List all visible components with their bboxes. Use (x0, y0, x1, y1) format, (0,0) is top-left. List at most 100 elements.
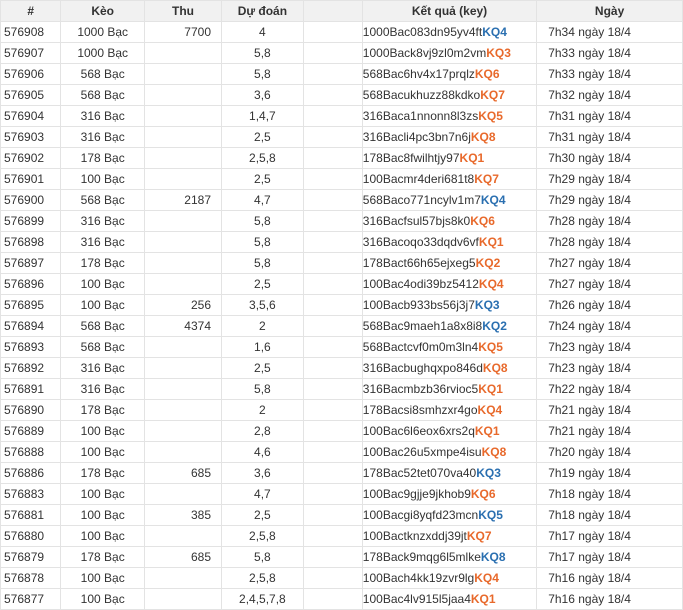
result-kq-badge: KQ5 (478, 340, 503, 354)
row-id: 576878 (0, 567, 62, 589)
result-key-text: 178Bacsi8smhzxr4go (362, 403, 478, 417)
row-date: 7h27 ngày 18/4 (536, 273, 683, 295)
row-result-key: 178Back9mqg6l5mlkeKQ8 (361, 546, 538, 568)
table-row: 576907 1000 Bạc 5,8 1000Back8vj9zl0m2vmKQ3 7… (0, 42, 683, 64)
result-key-text: 568Bacukhuzz88kdko (362, 88, 481, 102)
row-thu: 256 (144, 294, 222, 316)
row-thu (144, 273, 222, 295)
result-kq-badge: KQ4 (477, 403, 503, 417)
row-date: 7h16 ngày 18/4 (536, 567, 683, 589)
result-key-text: 568Bac6hv4x17prqlz (362, 67, 475, 81)
row-thu (144, 420, 222, 442)
row-prediction: 4,7 (221, 483, 304, 505)
row-prediction: 2 (221, 315, 304, 337)
result-kq-badge: KQ2 (482, 319, 507, 333)
row-thu (144, 588, 222, 610)
row-id: 576908 (0, 21, 62, 43)
row-spacer (302, 525, 363, 547)
row-bet: 178 Bạc (60, 252, 146, 274)
row-bet: 568 Bạc (60, 63, 146, 85)
row-spacer (302, 462, 363, 484)
row-spacer (302, 483, 363, 505)
table-row: 576897 178 Bạc 5,8 178Bact66h65ejxeg5KQ2 7h2… (0, 252, 683, 274)
row-result-key: 100Bac6l6eox6xrs2qKQ1 (361, 420, 538, 442)
row-result-key: 316Bacbughqxpo846dKQ8 (361, 357, 538, 379)
table-row: 576883 100 Bạc 4,7 100Bac9gjje9jkhob9KQ6 7h1… (0, 483, 683, 505)
table-row: 576879 178 Bạc 685 5,8 178Back9mqg6l5mlkeKQ8… (0, 546, 683, 568)
row-spacer (302, 504, 363, 526)
row-id: 576889 (0, 420, 62, 442)
row-bet: 100 Bạc (60, 294, 146, 316)
table-row: 576889 100 Bạc 2,8 100Bac6l6eox6xrs2qKQ1 7h2… (0, 420, 683, 442)
row-result-key: 100Bactknzxddj39jtKQ7 (361, 525, 538, 547)
row-id: 576891 (0, 378, 62, 400)
result-kq-badge: KQ1 (478, 235, 504, 249)
row-prediction: 4 (221, 21, 304, 43)
row-prediction: 5,8 (221, 231, 304, 253)
row-result-key: 316Baca1nnonn8l3zsKQ5 (361, 105, 538, 127)
row-thu: 685 (144, 546, 222, 568)
row-bet: 100 Bạc (60, 483, 146, 505)
row-result-key: 178Bact66h65ejxeg5KQ2 (361, 252, 538, 274)
result-kq-badge: KQ1 (459, 151, 485, 165)
result-key-text: 568Bactcvf0m0m3ln4 (362, 340, 479, 354)
result-kq-badge: KQ8 (482, 361, 508, 375)
row-date: 7h29 ngày 18/4 (536, 168, 683, 190)
row-thu (144, 231, 222, 253)
table-row: 576895 100 Bạc 256 3,5,6 100Bacb933bs56j3j7K… (0, 294, 683, 316)
table-row: 576902 178 Bạc 2,5,8 178Bac8fwilhtjy97KQ1 7h… (0, 147, 683, 169)
row-spacer (302, 588, 363, 610)
header-thu: Thu (144, 0, 222, 22)
row-result-key: 100Bacb933bs56j3j7KQ3 (361, 294, 538, 316)
row-thu (144, 567, 222, 589)
row-prediction: 5,8 (221, 378, 304, 400)
row-date: 7h20 ngày 18/4 (536, 441, 683, 463)
row-spacer (302, 294, 363, 316)
row-spacer (302, 378, 363, 400)
row-id: 576898 (0, 231, 62, 253)
row-id: 576903 (0, 126, 62, 148)
row-result-key: 568Bac6hv4x17prqlzKQ6 (361, 63, 538, 85)
row-thu (144, 42, 222, 64)
row-spacer (302, 273, 363, 295)
header-prediction: Dự đoán (221, 0, 304, 22)
result-key-text: 178Bact66h65ejxeg5 (362, 256, 476, 270)
row-id: 576902 (0, 147, 62, 169)
row-spacer (302, 189, 363, 211)
row-result-key: 568Bacukhuzz88kdkoKQ7 (361, 84, 538, 106)
row-spacer (302, 399, 363, 421)
row-id: 576892 (0, 357, 62, 379)
result-kq-badge: KQ3 (486, 46, 511, 60)
table-row: 576901 100 Bạc 2,5 100Bacmr4deri681t8KQ7 7h2… (0, 168, 683, 190)
row-thu (144, 147, 222, 169)
row-thu: 2187 (144, 189, 222, 211)
row-prediction: 4,7 (221, 189, 304, 211)
result-kq-badge: KQ8 (481, 445, 507, 459)
row-bet: 178 Bạc (60, 399, 146, 421)
row-bet: 100 Bạc (60, 588, 146, 610)
row-prediction: 2,5 (221, 168, 304, 190)
table-row: 576904 316 Bạc 1,4,7 316Baca1nnonn8l3zsKQ5 7… (0, 105, 683, 127)
row-thu (144, 483, 222, 505)
result-kq-badge: KQ4 (482, 25, 507, 39)
row-date: 7h18 ngày 18/4 (536, 483, 683, 505)
row-thu (144, 336, 222, 358)
row-result-key: 100Bac26u5xmpe4isuKQ8 (361, 441, 538, 463)
row-prediction: 2,5 (221, 357, 304, 379)
table-row: 576908 1000 Bạc 7700 4 1000Bac083dn95yv4ftKQ… (0, 21, 683, 43)
row-id: 576900 (0, 189, 62, 211)
result-kq-badge: KQ6 (470, 214, 495, 228)
row-bet: 178 Bạc (60, 147, 146, 169)
row-prediction: 5,8 (221, 63, 304, 85)
row-id: 576880 (0, 525, 62, 547)
row-date: 7h31 ngày 18/4 (536, 126, 683, 148)
table-body: 576908 1000 Bạc 7700 4 1000Bac083dn95yv4ftKQ… (0, 21, 683, 610)
result-key-text: 568Baco771ncylv1m7 (362, 193, 481, 207)
row-prediction: 4,6 (221, 441, 304, 463)
row-thu (144, 357, 222, 379)
row-thu (144, 210, 222, 232)
result-key-text: 178Bac52tet070va40 (362, 466, 477, 480)
table-row: 576881 100 Bạc 385 2,5 100Bacgi8yqfd23mcnKQ5… (0, 504, 683, 526)
row-date: 7h19 ngày 18/4 (536, 462, 683, 484)
result-kq-badge: KQ7 (474, 172, 499, 186)
